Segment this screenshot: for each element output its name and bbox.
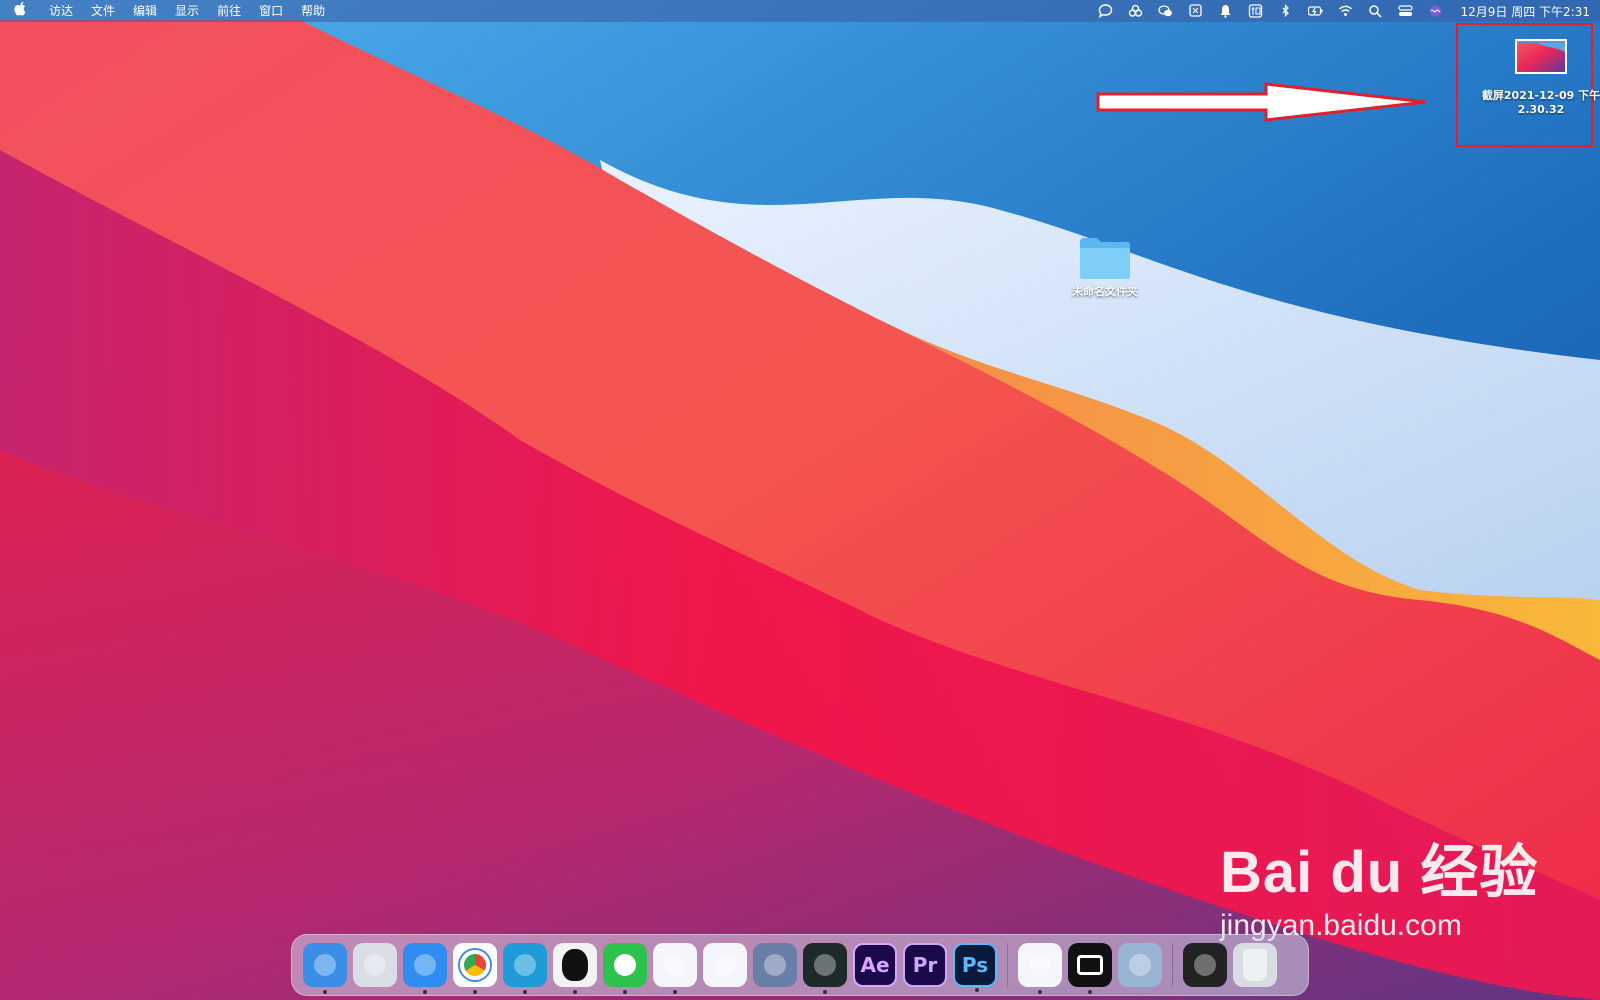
dock: Ae Pr Ps [291, 934, 1309, 996]
dock-glyph [460, 950, 490, 980]
wechat-icon[interactable] [1151, 0, 1181, 22]
running-indicator [473, 990, 477, 994]
capcut-icon[interactable] [1068, 943, 1112, 994]
preview-icon[interactable] [1118, 943, 1162, 987]
running-indicator [1088, 990, 1092, 994]
baidu-netdisk-icon[interactable] [1121, 0, 1151, 22]
running-indicator [623, 990, 627, 994]
running-indicator [823, 990, 827, 994]
baidu-netdisk-icon[interactable] [1018, 943, 1062, 994]
dock-app-label: Pr [912, 953, 938, 977]
dock-glyph [764, 954, 786, 976]
premiere-icon[interactable]: Pr [903, 943, 947, 987]
dock-glyph [614, 954, 636, 976]
dock-glyph [664, 954, 686, 976]
menu-help[interactable]: 帮助 [292, 0, 334, 22]
dock-glyph [414, 954, 436, 976]
running-indicator [573, 990, 577, 994]
menubar-clock[interactable]: 12月9日 周四 下午2:31 [1461, 3, 1590, 20]
dock-glyph [314, 954, 336, 976]
apple-menu-icon[interactable] [0, 2, 40, 20]
running-indicator [523, 990, 527, 994]
dock-glyph [714, 954, 736, 976]
dock-glyph [562, 949, 588, 981]
input-method-icon[interactable] [1241, 0, 1271, 22]
parallels-icon[interactable] [753, 943, 797, 987]
wechat-icon[interactable] [603, 943, 647, 994]
message-icon[interactable] [1091, 0, 1121, 22]
desktop-screenshot-file[interactable]: 截屏2021-12-09 下午2.30.32 [1476, 38, 1600, 117]
menu-view[interactable]: 显示 [166, 0, 208, 22]
paper-plane-icon[interactable] [703, 943, 747, 987]
dock-glyph [1029, 954, 1051, 976]
launchpad-icon[interactable] [353, 943, 397, 987]
desktop-screenshot-label: 截屏2021-12-09 下午2.30.32 [1481, 89, 1600, 116]
folder-label: 未命名文件夹 [1072, 285, 1138, 298]
dock-glyph [814, 954, 836, 976]
menu-go[interactable]: 前往 [208, 0, 250, 22]
dock-glyph [1194, 954, 1216, 976]
screenshot-thumbnail-icon [1515, 39, 1567, 74]
dock-glyph [364, 954, 386, 976]
watermark-brand: Bai du 经验 [1220, 840, 1539, 905]
menu-window[interactable]: 窗口 [250, 0, 292, 22]
wifi-icon[interactable] [1331, 0, 1361, 22]
running-indicator [1038, 990, 1042, 994]
dock-glyph [1243, 949, 1267, 981]
menu-finder[interactable]: 访达 [40, 0, 82, 22]
dock-glyph [1077, 955, 1103, 975]
finder-icon[interactable] [303, 943, 347, 994]
annotation-arrow-icon [1096, 82, 1427, 122]
running-indicator [975, 988, 979, 992]
after-effects-icon[interactable]: Ae [853, 943, 897, 987]
dock-app-label: Ae [860, 953, 890, 977]
safari-icon[interactable] [403, 943, 447, 994]
qq-icon[interactable] [553, 943, 597, 994]
search-icon[interactable] [1361, 0, 1391, 22]
chrome-icon[interactable] [453, 943, 497, 994]
battery-icon[interactable] [1301, 0, 1331, 22]
siri-icon[interactable] [1421, 0, 1451, 22]
filmora-icon[interactable] [803, 943, 847, 994]
message-icon[interactable] [653, 943, 697, 994]
running-indicator [323, 990, 327, 994]
bell-icon[interactable] [1211, 0, 1241, 22]
photoshop-icon[interactable]: Ps [953, 943, 997, 992]
dock-glyph [514, 954, 536, 976]
menu-file[interactable]: 文件 [82, 0, 124, 22]
trash-icon[interactable] [1233, 943, 1277, 987]
edge-icon[interactable] [503, 943, 547, 994]
menu-edit[interactable]: 编辑 [124, 0, 166, 22]
running-indicator [673, 990, 677, 994]
grid-icon[interactable] [1181, 0, 1211, 22]
menu-bar: 访达 文件 编辑 显示 前往 窗口 帮助 12月9日 周四 下午2:31 [0, 0, 1600, 22]
folder-icon [1080, 238, 1130, 279]
bluetooth-icon[interactable] [1271, 0, 1301, 22]
control-center-icon[interactable] [1391, 0, 1421, 22]
dock-glyph [1129, 954, 1151, 976]
desktop-folder[interactable]: 未命名文件夹 [1060, 234, 1150, 299]
running-indicator [423, 990, 427, 994]
baidu-watermark: Bai du 经验 jingyan.baidu.com [1220, 825, 1538, 943]
dock-separator [1172, 943, 1173, 987]
dock-app-label: Ps [961, 953, 989, 977]
dock-separator [1007, 943, 1008, 987]
screen-recorder-icon[interactable] [1183, 943, 1227, 987]
